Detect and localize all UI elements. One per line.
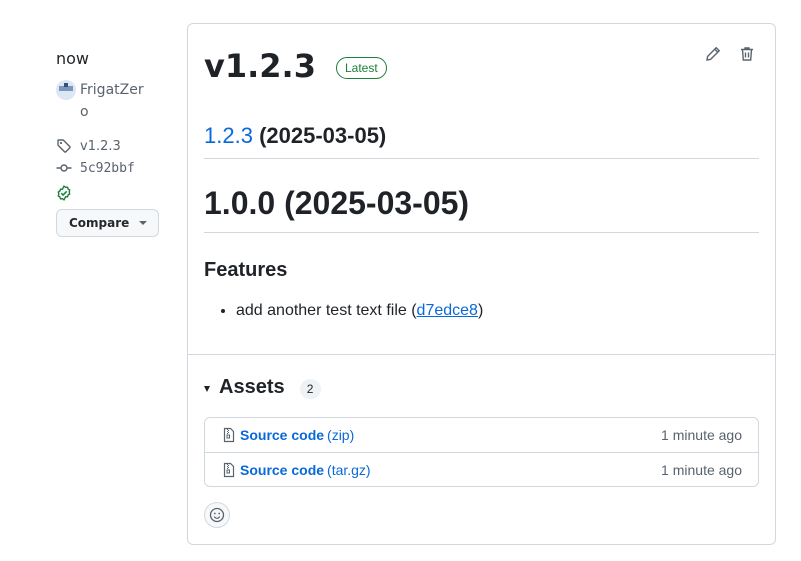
- file-zip-icon: [223, 427, 235, 443]
- version-link[interactable]: 1.2.3: [204, 123, 253, 148]
- asset-ext[interactable]: (tar.gz): [327, 462, 371, 478]
- smiley-icon: [209, 507, 225, 523]
- file-zip-icon: [223, 462, 235, 477]
- tag-row[interactable]: v1.2.3: [56, 135, 166, 157]
- avatar[interactable]: [56, 80, 76, 100]
- tag-icon: [57, 139, 71, 153]
- asset-link-zip[interactable]: Source code (zip): [221, 427, 661, 443]
- assets-toggle[interactable]: Assets 2: [204, 374, 321, 400]
- delete-release-button[interactable]: [739, 44, 755, 64]
- release-card: v1.2.3 Latest 1.2.3 (2025-03-05) 1.0.0 (…: [187, 23, 776, 545]
- release-title-row: v1.2.3 Latest: [204, 46, 387, 86]
- commit-link[interactable]: d7edce8: [417, 302, 478, 319]
- list-item: add another test text file (d7edce8): [236, 300, 483, 322]
- compare-button[interactable]: Compare: [56, 209, 160, 237]
- asset-row: Source code (zip) 1 minute ago: [205, 418, 758, 452]
- verified-badge[interactable]: [56, 182, 166, 204]
- commit-row[interactable]: 5c92bbf: [56, 157, 166, 179]
- commit-sha[interactable]: 5c92bbf: [80, 161, 135, 176]
- chevron-down-icon: [139, 221, 148, 225]
- tag-label[interactable]: v1.2.3: [80, 139, 121, 154]
- release-actions: [705, 44, 755, 64]
- author-name[interactable]: FrigatZero: [80, 79, 144, 123]
- asset-ext[interactable]: (zip): [327, 427, 354, 443]
- add-reaction-button[interactable]: [204, 502, 230, 528]
- divider: [188, 354, 775, 355]
- assets-count: 2: [299, 378, 321, 399]
- asset-name[interactable]: Source code: [240, 462, 324, 478]
- version-date: (2025-03-05): [259, 123, 387, 148]
- author-link[interactable]: FrigatZero: [56, 79, 166, 123]
- version-heading: 1.2.3 (2025-03-05): [204, 121, 759, 159]
- compare-label: Compare: [69, 216, 130, 230]
- asset-name[interactable]: Source code: [240, 427, 324, 443]
- features-heading: Features: [204, 259, 288, 281]
- changelog-heading: 1.0.0 (2025-03-05): [204, 183, 759, 233]
- assets-list: Source code (zip) 1 minute ago Source co…: [204, 417, 759, 487]
- triangle-down-icon: [204, 385, 210, 392]
- features-list: add another test text file (d7edce8): [236, 300, 483, 322]
- asset-row: Source code (tar.gz) 1 minute ago: [205, 452, 758, 486]
- relative-time: now: [56, 49, 90, 68]
- assets-title: Assets: [219, 375, 285, 398]
- release-title[interactable]: v1.2.3: [204, 46, 316, 86]
- edit-release-button[interactable]: [705, 44, 721, 64]
- asset-time: 1 minute ago: [661, 427, 742, 443]
- asset-time: 1 minute ago: [661, 461, 742, 478]
- feature-text: add another test text file (: [236, 302, 417, 319]
- latest-badge: Latest: [335, 57, 387, 79]
- commit-icon: [56, 164, 72, 172]
- pencil-icon: [706, 46, 721, 61]
- verified-icon: [57, 185, 71, 201]
- asset-link-targz[interactable]: Source code (tar.gz): [221, 462, 661, 478]
- feature-suffix: ): [477, 302, 484, 319]
- trash-icon: [741, 47, 753, 61]
- release-sidebar: now FrigatZero v1.2.3 5c92bbf Compare: [56, 48, 166, 237]
